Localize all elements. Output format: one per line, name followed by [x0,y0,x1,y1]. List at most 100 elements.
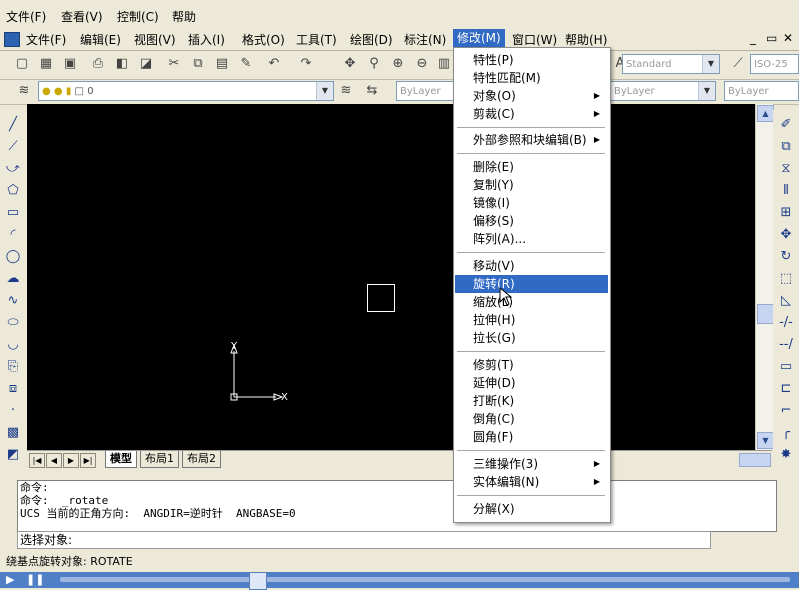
outer-menu-help[interactable]: 帮助 [172,8,196,25]
menu-tools[interactable]: 工具(T) [296,31,337,48]
menu-item-rotate[interactable]: 旋转(R) [455,275,608,293]
menu-item-match-properties[interactable]: 特性匹配(M) [455,69,608,87]
properties-icon[interactable]: ▥ [434,54,454,74]
copy-object-icon[interactable]: ⧉ [777,138,795,156]
menu-item-explode[interactable]: 分解(X) [455,500,608,518]
make-block-icon[interactable]: ⧈ [4,380,22,398]
menu-window[interactable]: 窗口(W) [512,31,557,48]
menu-draw[interactable]: 绘图(D) [350,31,393,48]
pan-icon[interactable]: ✥ [340,54,360,74]
menu-item-move[interactable]: 移动(V) [455,257,608,275]
rectangle-icon[interactable]: ▭ [4,204,22,222]
menu-item-clip[interactable]: 剪裁(C) ▶ [455,105,608,123]
menu-item-object[interactable]: 对象(O) ▶ [455,87,608,105]
menu-item-solid-editing[interactable]: 实体编辑(N) ▶ [455,473,608,491]
next-tab-icon[interactable]: ▶ [63,453,79,468]
restore-button[interactable]: ▭ [766,31,777,45]
outer-menu-file[interactable]: 文件(F) [6,8,46,25]
prev-tab-icon[interactable]: ◀ [46,453,62,468]
paste-icon[interactable]: ▤ [212,54,232,74]
color-combo[interactable]: ByLayer [396,81,454,101]
layer-manager-icon[interactable]: ≋ [14,81,34,101]
save-icon[interactable]: ▣ [60,54,80,74]
line-icon[interactable]: ╱ [4,116,22,134]
make-layer-current-icon[interactable]: ≋ [336,81,356,101]
menu-item-properties[interactable]: 特性(P) [455,51,608,69]
join-icon[interactable]: ⊏ [777,380,795,398]
zoom-realtime-icon[interactable]: ⚲ [364,54,384,74]
explode-icon[interactable]: ✸ [777,446,795,464]
command-prompt[interactable]: 选择对象: [17,531,711,549]
zoom-window-icon[interactable]: ⊕ [388,54,408,74]
move-icon[interactable]: ✥ [777,226,795,244]
fillet-icon[interactable]: ╭ [777,424,795,442]
break-icon[interactable]: ▭ [777,358,795,376]
print-icon[interactable]: ⎙ [88,54,108,74]
circle-icon[interactable]: ◯ [4,248,22,266]
tab-layout1[interactable]: 布局1 [140,451,179,468]
menu-item-erase[interactable]: 删除(E) [455,158,608,176]
extend-icon[interactable]: --/ [777,336,795,354]
pause-icon[interactable]: ❚❚ [26,573,44,586]
menu-format[interactable]: 格式(O) [242,31,285,48]
minimize-button[interactable]: _ [750,31,756,45]
polyline-icon[interactable]: ⤻ [4,160,22,178]
progress-track[interactable] [60,577,790,582]
cut-icon[interactable]: ✂ [164,54,184,74]
last-tab-icon[interactable]: ▶| [80,453,96,468]
erase-icon[interactable]: ✐ [777,116,795,134]
region-icon[interactable]: ◩ [4,446,22,464]
new-icon[interactable]: ▢ [12,54,32,74]
zoom-previous-icon[interactable]: ⊖ [412,54,432,74]
scroll-up-icon[interactable]: ▲ [757,105,774,122]
construction-line-icon[interactable]: ⟋ [4,138,22,156]
revision-cloud-icon[interactable]: ☁ [4,270,22,288]
menu-item-break[interactable]: 打断(K) [455,392,608,410]
mirror-icon[interactable]: ⧖ [777,160,795,178]
menu-item-scale[interactable]: 缩放(L) [455,293,608,311]
tab-layout2[interactable]: 布局2 [182,451,221,468]
autocad-app-icon[interactable] [4,32,20,47]
scale-icon[interactable]: ⬚ [777,270,795,288]
tab-model[interactable]: 模型 [105,451,137,468]
insert-block-icon[interactable]: ⎘ [4,358,22,376]
print-preview-icon[interactable]: ◧ [112,54,132,74]
undo-icon[interactable]: ↶ [264,54,284,74]
offset-icon[interactable]: ⫴ [777,182,795,200]
outer-menu-control[interactable]: 控制(C) [117,8,159,25]
scroll-thumb[interactable] [757,304,774,324]
play-icon[interactable]: ▶ [6,573,14,586]
hatch-icon[interactable]: ▩ [4,424,22,442]
menu-item-fillet[interactable]: 圆角(F) [455,428,608,446]
redo-icon[interactable]: ↷ [296,54,316,74]
menu-item-stretch[interactable]: 拉伸(H) [455,311,608,329]
publish-icon[interactable]: ◪ [136,54,156,74]
layer-combo[interactable]: ● ● ▮ □ 0 ▼ [38,81,334,101]
outer-menu-view[interactable]: 查看(V) [61,8,103,25]
menu-edit[interactable]: 编辑(E) [80,31,121,48]
polygon-icon[interactable]: ⬠ [4,182,22,200]
first-tab-icon[interactable]: |◀ [29,453,45,468]
menu-item-chamfer[interactable]: 倒角(C) [455,410,608,428]
dim-style-icon[interactable]: ⟋ [728,54,748,74]
menu-item-3d-operations[interactable]: 三维操作(3) ▶ [455,455,608,473]
arc-icon[interactable]: ◜ [4,226,22,244]
text-style-combo[interactable]: Standard ▼ [622,54,720,74]
ellipse-icon[interactable]: ⬭ [4,314,22,332]
progress-thumb[interactable] [249,572,267,590]
ellipse-arc-icon[interactable]: ◡ [4,336,22,354]
horizontal-scroll-thumb[interactable] [739,453,771,467]
match-properties-icon[interactable]: ✎ [236,54,256,74]
chamfer-icon[interactable]: ⌐ [777,402,795,420]
layer-previous-icon[interactable]: ⇆ [362,81,382,101]
rotate-icon[interactable]: ↻ [777,248,795,266]
close-button[interactable]: ✕ [783,31,793,45]
trim-icon[interactable]: -/- [777,314,795,332]
menu-item-trim[interactable]: 修剪(T) [455,356,608,374]
linetype-combo[interactable]: ByLayer ▼ [610,81,716,101]
menu-help[interactable]: 帮助(H) [565,31,607,48]
menu-file[interactable]: 文件(F) [26,31,66,48]
menu-item-extend[interactable]: 延伸(D) [455,374,608,392]
drawing-canvas[interactable]: Y X [27,104,755,450]
dim-style-combo[interactable]: ISO-25 [750,54,799,74]
